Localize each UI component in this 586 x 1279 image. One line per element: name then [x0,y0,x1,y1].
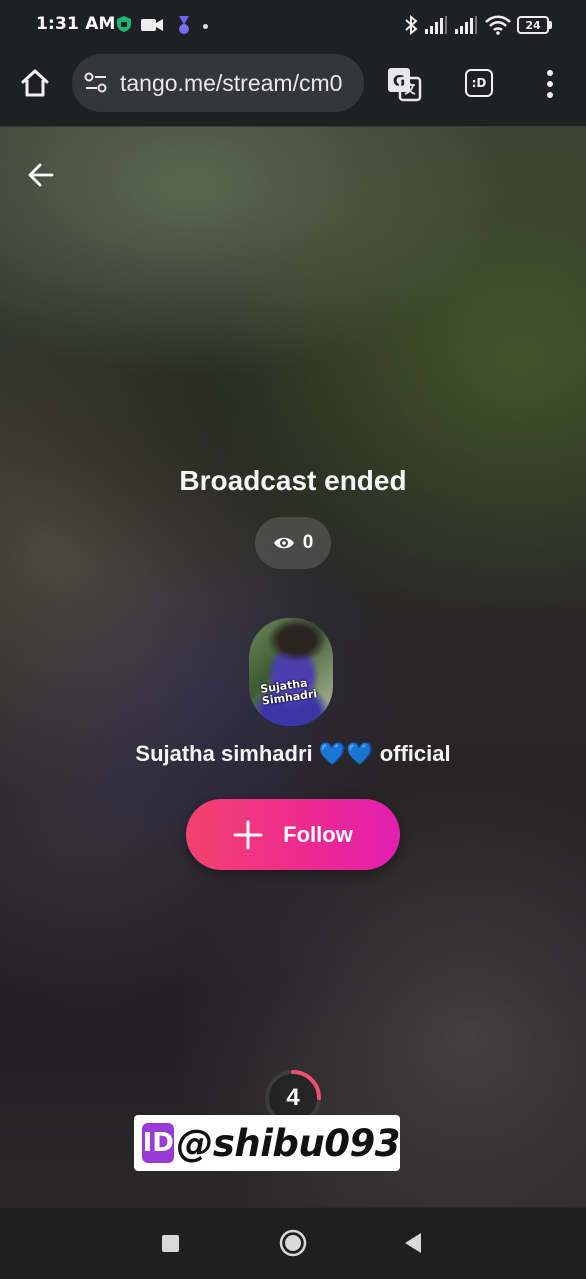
stream-ended-screen: Broadcast ended 0 Sujatha Simhadri Sujat… [0,127,586,1207]
signal-icon [455,16,477,34]
status-bar: 1:31 AM 24 [0,0,586,52]
streamer-name[interactable]: Sujatha simhadri 💙💙 official [0,741,586,767]
battery-level: 24 [525,18,541,32]
address-bar[interactable]: tango.me/stream/cm0 [72,54,364,112]
home-icon[interactable] [19,67,51,99]
dot-icon [203,24,208,29]
tab-switcher-button[interactable]: :D [465,69,493,97]
status-time: 1:31 AM [36,14,116,34]
viewer-count-badge: 0 [255,517,331,569]
back-triangle-icon[interactable] [403,1232,423,1254]
streamer-name-prefix: Sujatha simhadri [135,741,319,766]
blue-heart-icon: 💙💙 [318,741,374,766]
back-arrow-icon[interactable] [22,155,62,195]
broadcast-ended-title: Broadcast ended [179,465,407,496]
lock-shield-icon [117,16,131,32]
signal-icon [425,16,447,34]
streamer-name-suffix: official [373,741,451,766]
battery-icon: 24 [517,16,549,34]
plus-icon [233,820,263,849]
watermark-label: ID @shibu093 [134,1115,400,1171]
bluetooth-icon [405,15,418,35]
avatar[interactable]: Sujatha Simhadri [249,618,333,726]
system-nav-bar [0,1207,586,1279]
home-circle-icon[interactable] [279,1229,307,1257]
battery-tip [549,21,552,29]
wifi-icon [485,15,511,35]
app-notification-icon [179,16,189,34]
avatar-caption: Sujatha Simhadri [259,676,318,708]
tune-icon[interactable] [84,72,108,94]
id-badge-icon: ID [142,1123,175,1163]
eye-icon [273,537,294,549]
more-vert-icon[interactable] [540,69,560,99]
watermark-handle: @shibu093 [176,1121,400,1165]
viewer-count: 0 [302,532,314,553]
url-text: tango.me/stream/cm0 [120,70,343,96]
translate-icon[interactable]: G [386,66,422,102]
follow-label: Follow [283,821,353,847]
browser-toolbar: tango.me/stream/cm0 G :D [0,52,586,127]
video-camera-icon [141,19,163,31]
tab-switcher-label: :D [471,76,487,90]
follow-button[interactable]: Follow [186,799,400,870]
recents-square-icon[interactable] [162,1235,179,1252]
